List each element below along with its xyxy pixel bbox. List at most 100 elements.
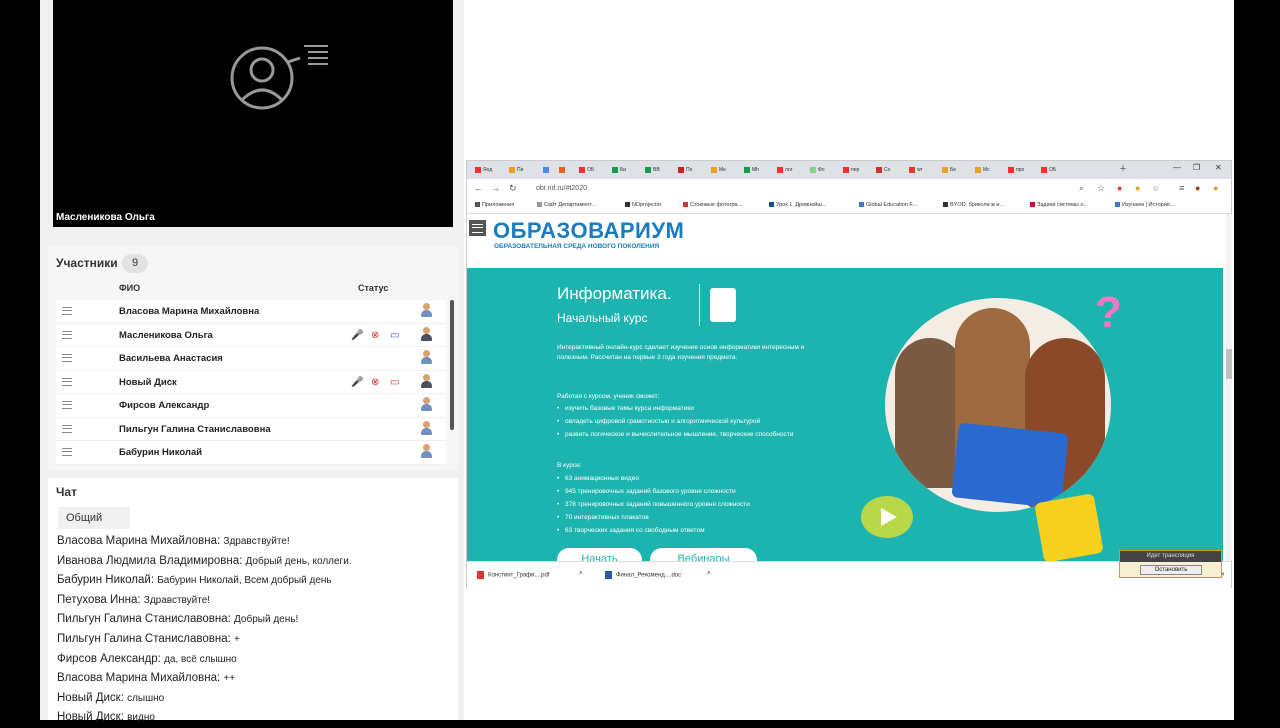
camera-off-icon[interactable]: ⊗ (371, 377, 379, 388)
browser-tab[interactable]: Фо (810, 164, 825, 177)
bookmark-item[interactable]: Изучаем | История... (1115, 202, 1174, 208)
start-button[interactable]: Начать (557, 548, 642, 561)
participant-row[interactable]: Власова Марина Михайловна (56, 300, 446, 324)
participant-row[interactable]: Пильгун Галина Станиславовна (56, 418, 446, 441)
new-tab-icon[interactable]: ＋ (1119, 163, 1127, 174)
update-icon[interactable]: ● (1213, 183, 1218, 193)
bookmark-item[interactable]: Приложения (475, 202, 514, 208)
video-area: Масленикова Ольга (53, 0, 453, 227)
minimize-icon[interactable]: — (1173, 163, 1181, 172)
row-menu-icon[interactable] (62, 401, 72, 409)
bookmark-item[interactable]: Global Education F... (859, 202, 917, 208)
bookmark-item[interactable]: Задачи системы о... (1030, 202, 1088, 208)
column-header-status: Статус (358, 283, 389, 293)
participant-row[interactable]: Бабурин Николай (56, 441, 446, 465)
bookmark-item[interactable]: Сайт Департамент... (537, 202, 596, 208)
profile-avatar[interactable]: ● (1195, 183, 1200, 193)
browser-tab[interactable]: Мh (744, 164, 759, 177)
participants-count-badge: 9 (122, 254, 148, 273)
back-icon[interactable]: ← (474, 183, 483, 193)
row-menu-icon[interactable] (62, 307, 72, 315)
maximize-icon[interactable]: ❐ (1193, 163, 1200, 172)
browser-tab[interactable] (543, 164, 551, 177)
site-logo[interactable]: ОБРАЗОВАРИУМ (493, 218, 684, 244)
browser-tab[interactable]: Mc (975, 164, 990, 177)
address-bar[interactable]: obr.nd.ru/#t2020 (530, 182, 1090, 196)
browser-tab[interactable]: Пи (509, 164, 523, 177)
forward-icon[interactable]: → (491, 183, 500, 193)
hamburger-menu-icon[interactable] (469, 220, 486, 236)
include-item: 378 тренировочных заданий повышенного ур… (557, 500, 845, 510)
bookmark-item[interactable]: NDprojector (625, 202, 661, 208)
document-download-icon[interactable] (710, 288, 736, 322)
row-menu-icon[interactable] (62, 330, 72, 339)
include-item: 63 творческих задания со свободным ответ… (557, 526, 845, 536)
reload-icon[interactable]: ↻ (509, 183, 517, 194)
conference-window: Масленикова Ольга Участники 9 ФИО Статус… (40, 0, 1234, 723)
microphone-icon[interactable]: 🎤 (351, 330, 363, 341)
extension-icon[interactable]: ● (1135, 183, 1140, 193)
skill-item: овладеть цифровой грамотностью и алгорит… (557, 417, 845, 427)
chat-message: Бабурин Николай: Бабурин Николай, Всем д… (57, 571, 457, 591)
bookmark-item[interactable]: Урок 1. Древнейш... (769, 202, 826, 208)
row-menu-icon[interactable] (62, 377, 72, 386)
screen-share-icon[interactable]: ▭ (390, 330, 399, 341)
screen-share-indicator: Идет трансляция Остановить (1119, 550, 1222, 578)
row-menu-icon[interactable] (62, 448, 72, 456)
microphone-off-icon[interactable]: 🎤 (351, 377, 363, 388)
participants-scrollbar[interactable] (450, 300, 454, 430)
extension-icon[interactable]: ≡ (1179, 183, 1184, 193)
browser-tab[interactable]: Бе (942, 164, 956, 177)
presenter-name: Масленикова Ольга (56, 212, 155, 223)
participant-role-icon (420, 350, 432, 365)
browser-tab-bar: Янд Пи ОБ Би ВВ По Me Мh лог Фо пер Co w… (467, 161, 1231, 179)
participant-row[interactable]: Новый Диск 🎤 ⊗ ▭ (56, 371, 446, 394)
browser-tab[interactable]: Co (876, 164, 890, 177)
browser-tab[interactable]: ОБ (579, 164, 594, 177)
chat-message: Иванова Людмила Владимировна: Добрый ден… (57, 552, 457, 572)
message-author: Фирсов Александр: (57, 652, 161, 665)
row-menu-icon[interactable] (62, 354, 72, 362)
screen-share-off-icon[interactable]: ▭ (390, 377, 399, 388)
browser-tab[interactable]: wr (909, 164, 922, 177)
extension-icon[interactable]: ○ (1153, 183, 1158, 193)
row-menu-icon[interactable] (62, 424, 72, 433)
downloads-bar: Констинт_Графи....pdf ˄ Финал_Рекоменд..… (467, 561, 1231, 588)
search-icon[interactable]: ⌕ (1079, 183, 1084, 194)
page-scrollbar[interactable] (1226, 214, 1232, 561)
download-chevron-icon[interactable]: ˄ (707, 571, 711, 577)
message-author: Новый Диск: (57, 691, 124, 704)
bookmark-item[interactable]: Стоковые фотогра... (683, 202, 742, 208)
download-item-doc[interactable]: Финал_Рекоменд....doc (605, 571, 681, 579)
chat-message: Фирсов Александр: да, всё слышно (57, 650, 457, 670)
download-item-pdf[interactable]: Констинт_Графи....pdf (477, 571, 550, 579)
message-author: Пильгун Галина Станиславовна: (57, 632, 231, 645)
play-video-icon[interactable] (861, 496, 913, 538)
participant-name: Бабурин Николай (119, 447, 203, 458)
close-window-icon[interactable]: ✕ (1215, 163, 1222, 172)
browser-tab[interactable]: про (1008, 164, 1024, 177)
bookmark-star-icon[interactable]: ☆ (1097, 183, 1105, 194)
participant-row[interactable]: Фирсов Александр (56, 394, 446, 418)
browser-tab[interactable]: Янд (475, 164, 492, 177)
browser-tab[interactable]: лог (777, 164, 793, 177)
browser-tab[interactable]: ВВ (645, 164, 660, 177)
stop-share-button[interactable]: Остановить (1140, 565, 1202, 575)
chat-tab-general[interactable]: Общий (58, 507, 130, 529)
camera-off-icon[interactable]: ⊗ (371, 330, 379, 341)
browser-tab[interactable]: Би (612, 164, 626, 177)
browser-tab[interactable]: ОБ (1041, 164, 1056, 177)
participant-row[interactable]: Васильева Анастасия (56, 347, 446, 371)
chat-message: Пильгун Галина Станиславовна: Добрый ден… (57, 610, 457, 630)
extension-icon[interactable]: ● (1117, 183, 1122, 193)
download-chevron-icon[interactable]: ˄ (579, 571, 583, 577)
webinars-button[interactable]: Вебинары (650, 548, 757, 561)
chat-messages: Власова Марина Михайловна: Здравствуйте!… (57, 532, 457, 728)
chat-message: Власова Марина Михайловна: Здравствуйте! (57, 532, 457, 552)
browser-tab[interactable] (559, 164, 567, 177)
bookmark-item[interactable]: BYOD, брикола ж и... (943, 202, 1004, 208)
browser-tab[interactable]: пер (843, 164, 859, 177)
participant-row[interactable]: Масленикова Ольга 🎤 ⊗ ▭ (56, 324, 446, 347)
browser-tab[interactable]: Me (711, 164, 726, 177)
browser-tab[interactable]: По (678, 164, 692, 177)
